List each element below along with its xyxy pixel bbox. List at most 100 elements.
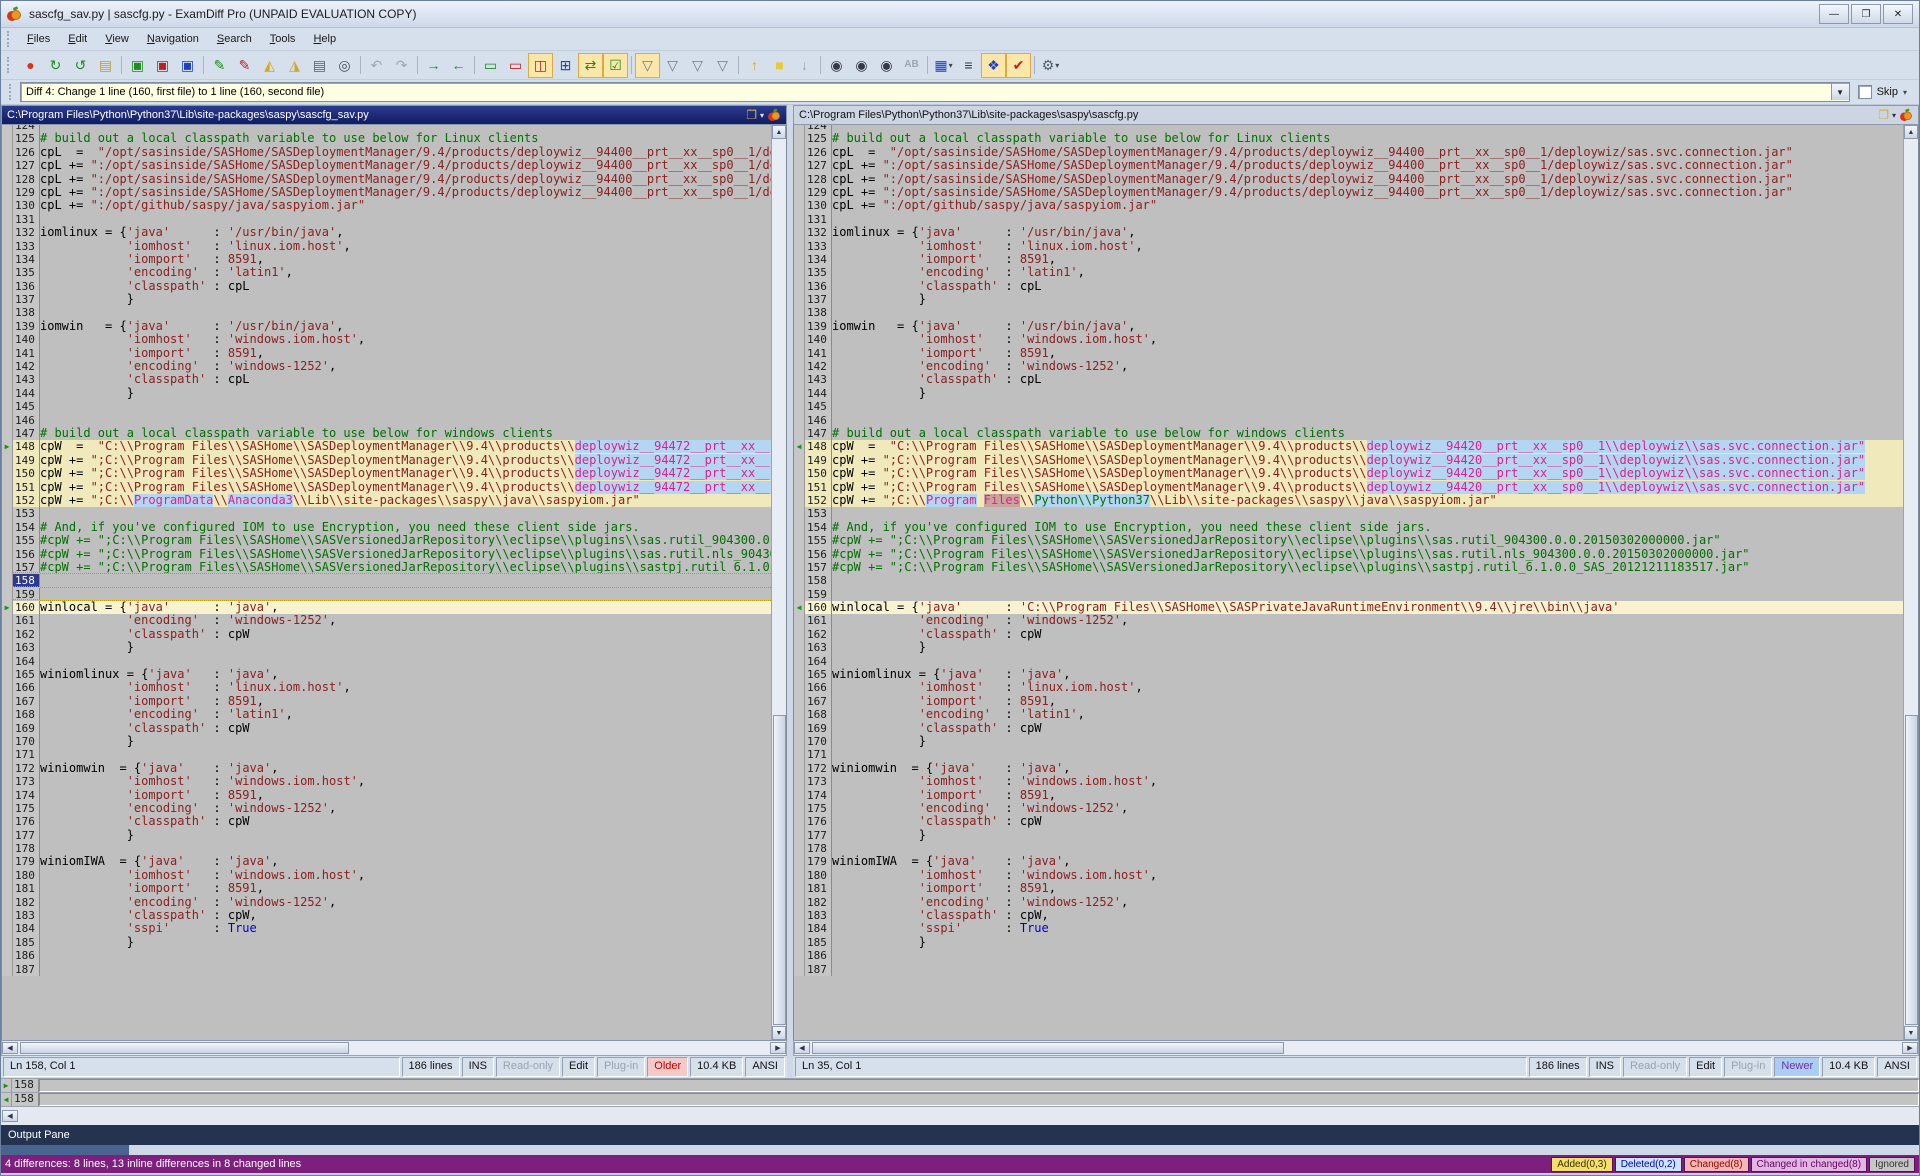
chevron-down-icon[interactable]: ▾ bbox=[1903, 88, 1907, 97]
combo-dropdown-button[interactable]: ▼ bbox=[1831, 84, 1849, 100]
code-text[interactable] bbox=[40, 949, 771, 962]
scroll-down-icon[interactable]: ▼ bbox=[1904, 1026, 1918, 1040]
code-text[interactable]: cpL += ":/opt/sasinside/SASHome/SASDeplo… bbox=[832, 186, 1903, 199]
scroll-right-icon[interactable]: ▶ bbox=[770, 1042, 786, 1054]
code-text[interactable] bbox=[832, 748, 1903, 761]
code-text[interactable]: 'iomport' : 8591, bbox=[40, 789, 771, 802]
show-both-files-icon[interactable]: ◫ bbox=[528, 53, 553, 78]
recompare-swapped-icon[interactable]: ↺ bbox=[68, 53, 93, 78]
code-text[interactable]: iomlinux = {'java' : '/usr/bin/java', bbox=[832, 226, 1903, 239]
menu-navigation[interactable]: Navigation bbox=[138, 30, 208, 48]
code-text[interactable]: # build out a local classpath variable t… bbox=[832, 427, 1903, 440]
code-text[interactable]: #cpW += ";C:\\Program Files\\SASHome\\SA… bbox=[832, 561, 1903, 574]
code-text[interactable]: 'iomhost' : 'windows.iom.host', bbox=[40, 869, 771, 882]
copy-path-icon[interactable]: ❐ bbox=[746, 108, 757, 122]
scroll-left-icon[interactable]: ◀ bbox=[794, 1042, 810, 1054]
filter-changed-icon[interactable]: ▽ bbox=[710, 53, 735, 78]
menu-search[interactable]: Search bbox=[208, 30, 261, 48]
code-text[interactable]: cpW = "C:\\Program Files\\SASHome\\SASDe… bbox=[832, 440, 1903, 453]
code-text[interactable]: } bbox=[832, 293, 1903, 306]
code-text[interactable] bbox=[832, 655, 1903, 668]
code-text[interactable]: 'classpath' : cpL bbox=[40, 373, 771, 386]
code-text[interactable]: 'classpath' : cpW bbox=[832, 815, 1903, 828]
code-text[interactable]: cpW = "C:\\Program Files\\SASHome\\SASDe… bbox=[40, 440, 771, 453]
first-difference-icon[interactable]: ↑ bbox=[742, 53, 767, 78]
code-text[interactable]: } bbox=[40, 735, 771, 748]
compare-file-icon[interactable] bbox=[768, 109, 780, 121]
code-text[interactable]: 'classpath' : cpW bbox=[40, 815, 771, 828]
code-text[interactable]: 'classpath' : cpW bbox=[832, 628, 1903, 641]
filter-deleted-icon[interactable]: ▽ bbox=[685, 53, 710, 78]
print-icon[interactable]: ▤ bbox=[307, 53, 332, 78]
diff-legend-added[interactable]: Added(0,3) bbox=[1551, 1157, 1612, 1172]
first-file-header[interactable]: C:\Program Files\Python\Python37\Lib\sit… bbox=[1, 105, 787, 125]
code-text[interactable]: iomwin = {'java' : '/usr/bin/java', bbox=[40, 320, 771, 333]
code-text[interactable]: } bbox=[40, 829, 771, 842]
second-file-code[interactable]: 124125# build out a local classpath vari… bbox=[794, 125, 1903, 1040]
scrollbar-thumb[interactable] bbox=[812, 1042, 1284, 1054]
scroll-right-icon[interactable]: ▶ bbox=[1902, 1042, 1918, 1054]
code-text[interactable] bbox=[832, 125, 1903, 132]
code-text[interactable]: cpW += ";C:\\Program Files\\SASHome\\SAS… bbox=[40, 454, 771, 467]
code-text[interactable]: 'classpath' : cpL bbox=[40, 280, 771, 293]
code-text[interactable] bbox=[40, 842, 771, 855]
code-text[interactable]: 'classpath' : cpW bbox=[40, 628, 771, 641]
code-text[interactable] bbox=[40, 125, 771, 132]
chevron-down-icon[interactable]: ▾ bbox=[1892, 111, 1896, 120]
swap-panes-icon[interactable]: ⇄ bbox=[578, 53, 603, 78]
code-text[interactable]: } bbox=[832, 829, 1903, 842]
code-text[interactable] bbox=[40, 748, 771, 761]
code-text[interactable]: cpW += ";C:\\Program Files\\Python\\Pyth… bbox=[832, 494, 1903, 507]
output-pane-tab[interactable] bbox=[1, 1145, 129, 1155]
code-text[interactable] bbox=[40, 414, 771, 427]
code-text[interactable] bbox=[832, 306, 1903, 319]
code-text[interactable]: 'iomport' : 8591, bbox=[832, 882, 1903, 895]
code-text[interactable] bbox=[832, 414, 1903, 427]
close-button[interactable]: ✕ bbox=[1883, 4, 1913, 24]
minimize-button[interactable]: — bbox=[1819, 4, 1849, 24]
code-text[interactable]: cpW += ";C:\\ProgramData\\Anaconda3\\Lib… bbox=[40, 494, 771, 507]
code-text[interactable]: 'classpath' : cpL bbox=[832, 280, 1903, 293]
code-text[interactable]: 'sspi' : True bbox=[832, 922, 1903, 935]
find-previous-icon[interactable]: ◉ bbox=[874, 53, 899, 78]
code-text[interactable]: 'encoding' : 'latin1', bbox=[832, 708, 1903, 721]
first-file-vertical-scrollbar[interactable]: ▲ ▼ bbox=[771, 125, 786, 1040]
code-text[interactable]: 'iomport' : 8591, bbox=[40, 253, 771, 266]
code-text[interactable]: 'encoding' : 'latin1', bbox=[40, 266, 771, 279]
code-text[interactable] bbox=[832, 507, 1903, 520]
save-both-files-icon[interactable]: ▣ bbox=[175, 53, 200, 78]
code-text[interactable] bbox=[832, 400, 1903, 413]
statistics-icon[interactable]: ▦▾ bbox=[931, 53, 956, 78]
show-second-file-icon[interactable]: ▭ bbox=[503, 53, 528, 78]
scroll-left-icon[interactable]: ◀ bbox=[2, 1110, 18, 1122]
code-text[interactable]: } bbox=[40, 293, 771, 306]
code-text[interactable] bbox=[832, 949, 1903, 962]
code-text[interactable]: } bbox=[40, 936, 771, 949]
code-text[interactable]: cpW += ";C:\\Program Files\\SASHome\\SAS… bbox=[40, 467, 771, 480]
code-text[interactable]: cpW += ";C:\\Program Files\\SASHome\\SAS… bbox=[40, 481, 771, 494]
code-text[interactable]: 'encoding' : 'windows-1252', bbox=[832, 614, 1903, 627]
edit-indicator[interactable]: Edit bbox=[1689, 1057, 1722, 1077]
code-text[interactable]: # build out a local classpath variable t… bbox=[40, 132, 771, 145]
search-icon[interactable]: ◎ bbox=[332, 53, 357, 78]
code-text[interactable] bbox=[832, 213, 1903, 226]
code-text[interactable]: 'iomhost' : 'linux.iom.host', bbox=[40, 681, 771, 694]
code-text[interactable]: cpL += ":/opt/github/saspy/java/saspyiom… bbox=[832, 199, 1903, 212]
menu-view[interactable]: View bbox=[96, 30, 138, 48]
edit-indicator[interactable]: Edit bbox=[562, 1057, 595, 1077]
code-text[interactable]: winlocal = {'java' : 'java', bbox=[40, 601, 771, 614]
code-text[interactable]: #cpW += ";C:\\Program Files\\SASHome\\SA… bbox=[40, 534, 771, 547]
compare-file-icon[interactable] bbox=[1900, 109, 1912, 121]
code-text[interactable]: winiomIWA = {'java' : 'java', bbox=[40, 855, 771, 868]
code-text[interactable]: iomlinux = {'java' : '/usr/bin/java', bbox=[40, 226, 771, 239]
code-text[interactable]: #cpW += ";C:\\Program Files\\SASHome\\SA… bbox=[40, 548, 771, 561]
code-text[interactable] bbox=[832, 574, 1903, 587]
scrollbar-thumb[interactable] bbox=[773, 715, 786, 1025]
code-text[interactable]: 'encoding' : 'windows-1252', bbox=[832, 802, 1903, 815]
maximize-button[interactable]: ❐ bbox=[1851, 4, 1881, 24]
code-text[interactable] bbox=[40, 574, 771, 587]
scroll-down-icon[interactable]: ▼ bbox=[772, 1026, 786, 1040]
code-text[interactable]: #cpW += ";C:\\Program Files\\SASHome\\SA… bbox=[832, 548, 1903, 561]
code-text[interactable] bbox=[832, 842, 1903, 855]
skip-checkbox[interactable] bbox=[1858, 85, 1872, 99]
